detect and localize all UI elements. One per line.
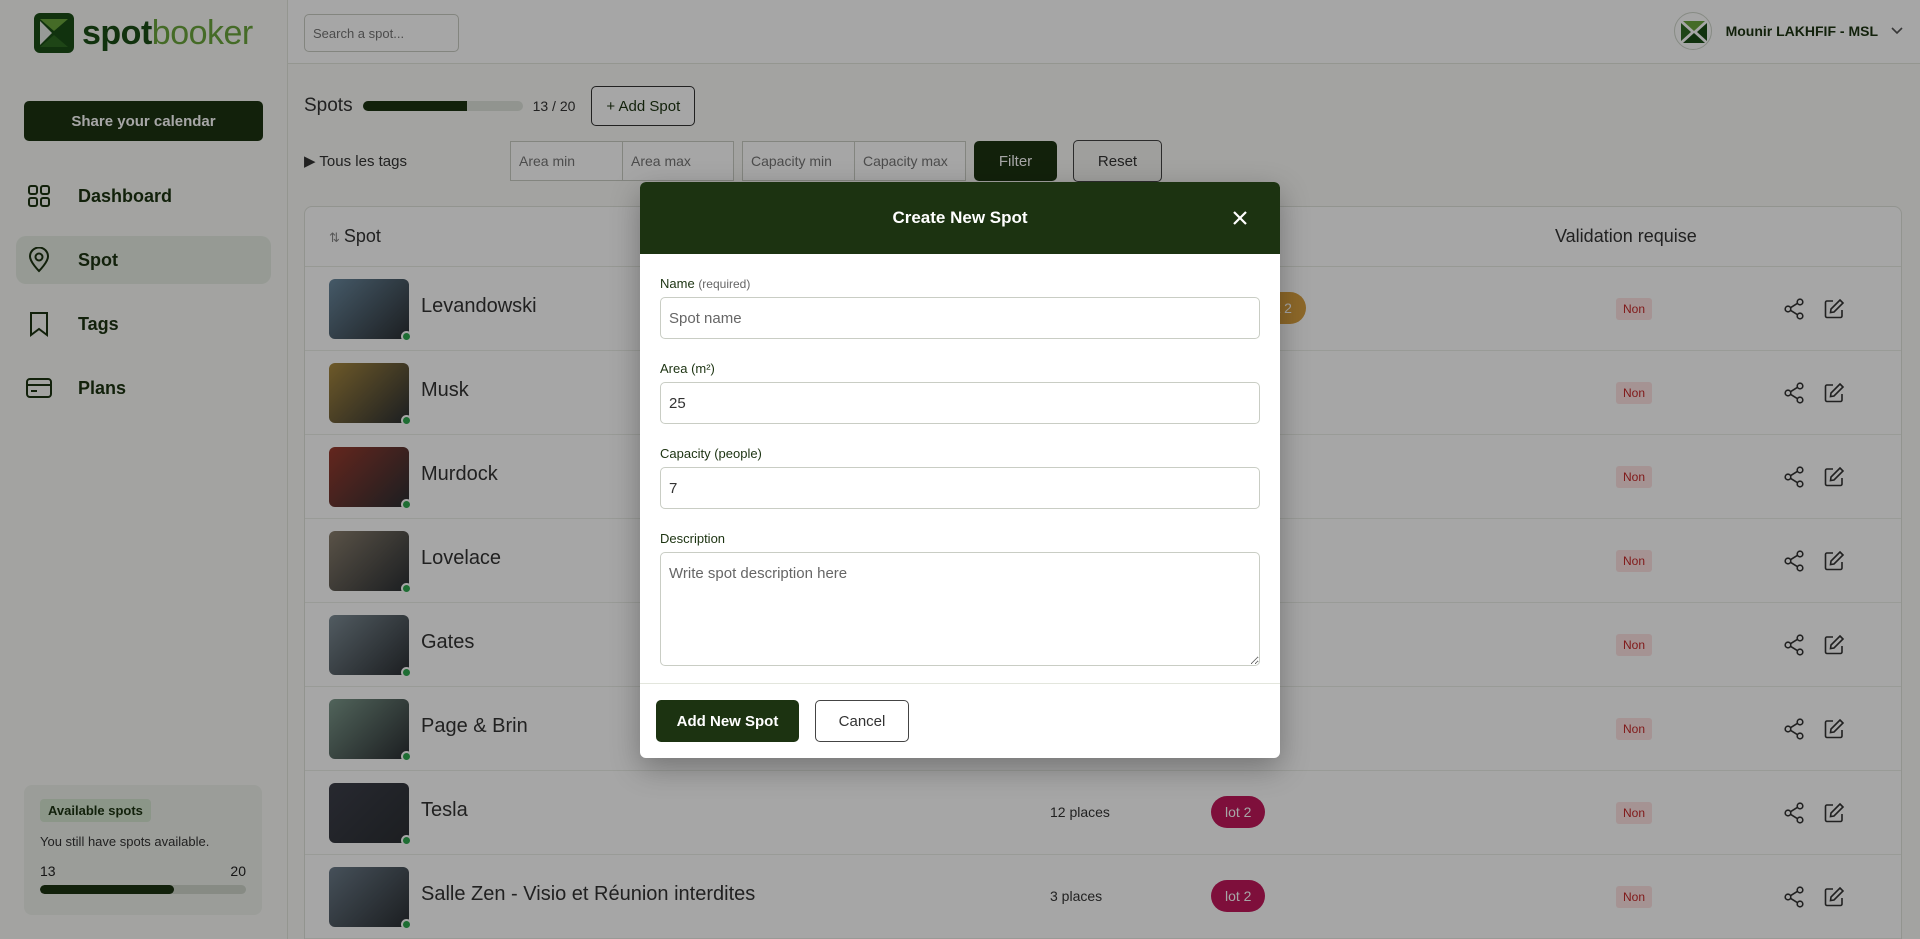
description-field[interactable] xyxy=(660,552,1260,666)
name-label: Name (required) xyxy=(660,276,751,291)
cancel-button[interactable]: Cancel xyxy=(815,700,909,742)
area-field[interactable] xyxy=(660,382,1260,424)
close-icon[interactable] xyxy=(1228,206,1252,230)
required-hint: (required) xyxy=(698,277,751,291)
area-label: Area (m²) xyxy=(660,361,715,376)
description-label: Description xyxy=(660,531,726,546)
capacity-label: Capacity (people) xyxy=(660,446,762,461)
create-spot-modal: Create New Spot Name (required) Area (m²… xyxy=(640,182,1280,758)
modal-header: Create New Spot xyxy=(640,182,1280,254)
modal-title: Create New Spot xyxy=(892,208,1028,227)
add-new-spot-button[interactable]: Add New Spot xyxy=(656,700,799,742)
spot-name-field[interactable] xyxy=(660,297,1260,339)
capacity-field[interactable] xyxy=(660,467,1260,509)
modal-footer: Add New Spot Cancel xyxy=(640,683,1280,758)
